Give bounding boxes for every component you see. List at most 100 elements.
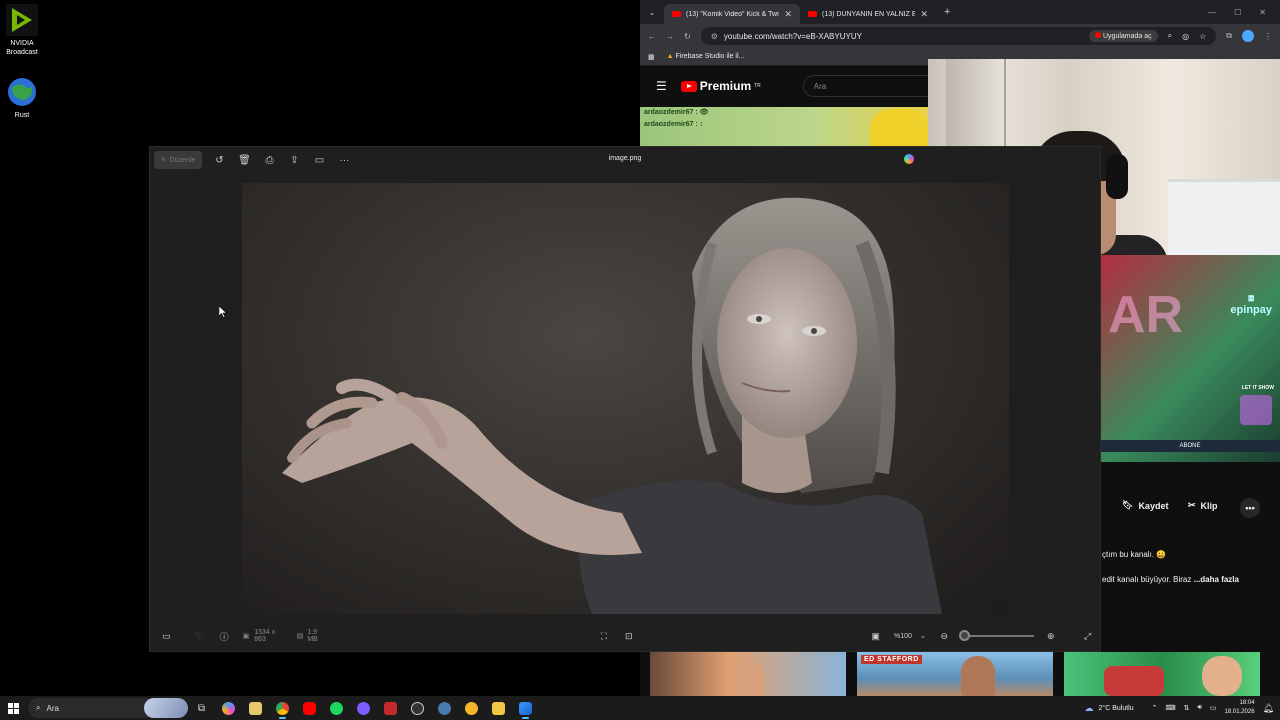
slideshow-icon: ▭ [314,154,325,166]
bookmark-star-icon[interactable]: ☆ [1199,32,1206,41]
fit-window-button[interactable]: ▣ [863,631,888,642]
displayed-image [242,183,1009,614]
print-button[interactable]: ⎙ [257,150,282,170]
copilot-icon[interactable] [904,154,914,164]
hamburger-menu-icon[interactable]: ☰ [656,79,667,93]
zoom-slider[interactable] [959,630,1035,641]
tab-search-chevron-icon[interactable]: ⌄ [640,8,664,17]
fit-icon: ▣ [871,630,880,641]
clock[interactable]: 18:04 18.01.2026 [1225,699,1255,717]
menu-dots-icon[interactable]: ⋮ [1264,32,1272,41]
video-thumbnail[interactable] [650,652,846,696]
tab-label: (13) DÜNYANIN EN YALNIZ EV [822,10,916,18]
back-icon[interactable]: ← [648,32,656,41]
share-button[interactable]: ⇪ [282,150,307,170]
taskbar-app-youtube[interactable] [296,696,323,720]
forward-icon[interactable]: → [666,32,674,41]
discord-icon [357,701,370,715]
desktop-icon-rust[interactable]: Rust [0,76,44,120]
bookmark-item[interactable]: ▲ Firebase Studio ile il... [667,53,745,60]
open-in-app-button[interactable]: Uygulamada aç [1089,30,1158,42]
site-info-icon[interactable]: ⚙ [711,32,718,41]
more-options-button[interactable]: ··· [332,150,357,170]
taskbar-app-obs[interactable] [404,696,431,720]
taskbar: ⌕ Ara ⧉ ☁ 2°C Bulutlu ⌃ ⌨ ⇅ 🔊︎ ▭ 18:04 1… [0,696,1280,720]
edit-button[interactable]: ✎ Düzenle [154,151,202,169]
thumbnail-face [734,660,764,696]
profile-avatar[interactable] [1242,30,1254,42]
file-info-button[interactable]: ⓘ [212,630,237,643]
info-icon: ⓘ [219,631,229,642]
weather-widget[interactable]: ☁ 2°C Bulutlu [1085,703,1134,714]
show-hidden-icons-icon[interactable]: ⌃ [1152,704,1158,712]
zoom-icon[interactable]: ⌕ [1168,31,1172,41]
task-view-button[interactable]: ⧉ [188,696,215,720]
show-more-link[interactable]: ...daha fazla [1194,575,1239,584]
logo-country: TR [754,83,761,89]
rotate-button[interactable]: ↺ [207,150,232,170]
language-icon[interactable]: ⌨ [1166,704,1176,712]
volume-icon[interactable]: 🔊︎ [1197,704,1201,712]
taskbar-app-store[interactable] [242,696,269,720]
new-tab-button[interactable]: + [944,6,950,18]
youtube-premium-logo[interactable]: Premium TR [680,79,761,93]
apps-grid-icon[interactable]: ▦ [648,53,655,61]
url-text: youtube.com/watch?v=eB-XABYUYUY [723,31,862,41]
desktop-icon-nvidia-broadcast[interactable]: NVIDIA Broadcast [0,4,44,57]
zoom-select[interactable]: %100 ⌄ [888,632,932,641]
taskbar-app-photos[interactable] [512,696,539,720]
delete-button[interactable]: 🗑︎ [232,150,257,170]
crop-button[interactable]: ⛶ [591,631,616,642]
youtube-play-icon [680,80,697,92]
address-bar[interactable]: ⚙ youtube.com/watch?v=eB-XABYUYUY Uygula… [700,27,1217,45]
clip-button[interactable]: ✂ Klip [1188,500,1218,511]
overlay-big-text: AR [1108,286,1184,344]
browser-tab-komik-video[interactable]: (13) "Komik Video" Kick & Twit ✕ [664,4,800,24]
more-dots-icon: ••• [1245,503,1255,513]
filmstrip-button[interactable]: ▭ [154,631,179,642]
close-tab-icon[interactable]: ✕ [784,9,792,20]
favorite-button[interactable]: ♡ [187,631,212,642]
slideshow-button[interactable]: ▭ [307,150,332,170]
video-thumbnail[interactable] [1064,652,1260,696]
maximize-icon[interactable]: ☐ [1234,8,1241,17]
save-button[interactable]: 🔖︎ Kaydet [1122,500,1168,511]
extensions-icon[interactable]: ⧉ [1226,31,1232,41]
taskbar-app-mister[interactable] [377,696,404,720]
chrome-icon [276,701,289,715]
taskbar-app-canary[interactable] [458,696,485,720]
notification-bell-icon[interactable]: 🔔︎ [1263,703,1274,714]
zoom-out-button[interactable]: ⊖ [932,631,957,642]
taskbar-app-steam[interactable] [431,696,458,720]
taskbar-app-discord[interactable] [350,696,377,720]
trash-icon: 🗑︎ [238,154,251,166]
taskbar-app-spotify[interactable] [323,696,350,720]
taskbar-search-input[interactable]: ⌕ Ara [28,698,188,718]
battery-icon[interactable]: ▭ [1210,704,1217,712]
more-actions-button[interactable]: ••• [1240,498,1260,518]
printer-icon: ⎙ [265,154,274,166]
visual-search-button[interactable]: ⊡ [616,631,641,642]
eye-off-icon[interactable]: ◎ [1182,32,1189,41]
rotate-icon: ↺ [215,154,224,166]
reload-icon[interactable]: ↻ [684,32,691,41]
zoom-in-button[interactable]: ⊕ [1038,631,1063,642]
bookmark-label: Firebase Studio ile il... [675,53,745,60]
network-icon[interactable]: ⇅ [1184,704,1190,712]
close-tab-icon[interactable]: ✕ [920,9,928,20]
browser-tab-yalniz-ev[interactable]: (13) DÜNYANIN EN YALNIZ EV ✕ [800,4,936,24]
stream-video-overlay: AR ⧈ epinpay LET IT SHOW ABONE [1100,255,1280,462]
taskbar-app-chrome[interactable] [269,696,296,720]
video-thumbnail[interactable]: ED STAFFORD [857,652,1053,696]
close-window-icon[interactable]: ✕ [1259,8,1266,17]
zoom-slider-thumb[interactable] [959,630,971,641]
taskbar-app-copilot[interactable] [215,696,242,720]
taskbar-app-explorer[interactable] [485,696,512,720]
fullscreen-button[interactable]: ⤢ [1075,631,1100,642]
start-button[interactable] [0,702,26,714]
nvidia-broadcast-icon [6,4,38,36]
youtube-search-input[interactable]: Ara [802,75,943,97]
webcam-background [1168,179,1280,255]
minimize-icon[interactable]: — [1208,8,1216,17]
stream-chat-overlay: ardaozdemir67 : 👁 ardaozdemir67 : ↕ [640,107,928,147]
